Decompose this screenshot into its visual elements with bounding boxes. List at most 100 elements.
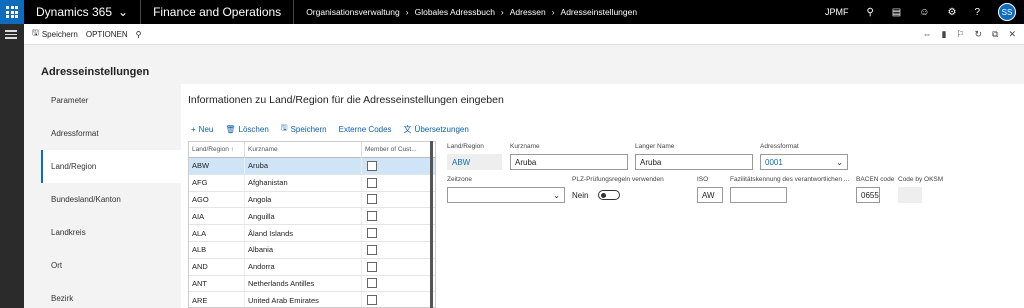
link-icon[interactable]: ⇔ [922,29,931,40]
save-icon: 🖫 [280,123,288,132]
translations-label: Übersetzungen [414,124,469,134]
table-row[interactable]: AGO Angola [189,191,435,209]
nav-item-country-region[interactable]: Land/Region [41,150,181,183]
scrollbar-thumb[interactable] [430,141,433,308]
save-button[interactable]: 🖫 Speichern [32,27,78,41]
help-icon[interactable]: ? [974,7,980,18]
search-icon[interactable]: ⚲ [866,7,873,18]
cell-member [362,258,431,275]
cell-code: AND [189,258,245,275]
column-header-shortname[interactable]: Kurzname [245,142,362,158]
member-checkbox[interactable] [367,194,377,205]
app-launcher-icon[interactable] [0,0,24,24]
breadcrumb-item[interactable]: Adresseinstellungen [561,7,638,17]
nav-item-district[interactable]: Bezirk [41,282,181,308]
nav-item-parameter[interactable]: Parameter [41,84,181,117]
avatar[interactable]: SS [998,3,1016,21]
zip-rules-toggle[interactable] [598,190,621,200]
nav-item-city[interactable]: Ort [41,249,181,282]
hamburger-menu-icon[interactable] [5,30,19,39]
brand-menu[interactable]: Dynamics 365 ⌄ [36,5,128,19]
action-bar: 🖫 Speichern OPTIONEN ⚲ ⇔ ▮ ⚐ ↻ ⧉ ✕ [24,24,1024,45]
table-row[interactable]: AND Andorra [189,258,435,276]
options-button[interactable]: OPTIONEN [86,30,128,39]
cell-code: ABW [189,158,245,174]
grid-toolbar: + Neu 🗑 Löschen 🖫 Speichern Externe Codes 文… [191,122,469,136]
address-format-select[interactable]: 0001 ⌄ [760,154,848,170]
external-codes-button[interactable]: Externe Codes [339,122,392,136]
longname-label: Langer Name [635,143,675,150]
cell-code: ARE [189,292,245,307]
cell-code: AFG [189,174,245,191]
plus-icon: + [191,124,196,134]
table-row[interactable]: AIA Anguilla [189,208,435,226]
attach-icon[interactable]: ⚐ [956,29,964,40]
divider [140,0,142,24]
facility-label: Fazilitätskennung des verantwortlichen .… [730,176,850,183]
new-label: Neu [198,124,214,134]
breadcrumb-item[interactable]: Adressen [510,7,546,17]
longname-input[interactable]: Aruba [635,154,753,170]
cell-name: Anguilla [245,208,362,225]
facility-input[interactable] [730,187,787,203]
cell-code: ALA [189,225,245,241]
save-icon: 🖫 [32,28,39,37]
timezone-select[interactable]: ⌄ [447,187,565,203]
close-icon[interactable]: ✕ [1008,29,1016,40]
member-checkbox[interactable] [367,211,377,222]
delete-button[interactable]: 🗑 Löschen [225,122,268,136]
member-checkbox[interactable] [367,295,377,306]
cell-member [362,174,431,191]
member-checkbox[interactable] [367,177,377,188]
shortname-input[interactable]: Aruba [510,154,628,170]
member-checkbox[interactable] [367,160,377,171]
cell-name: Albania [245,241,362,258]
table-row[interactable]: ANT Netherlands Antilles [189,275,435,293]
office-icon[interactable]: ▮ [941,29,946,40]
iso-field: ISO AW [697,176,723,203]
popout-icon[interactable]: ⧉ [992,29,998,40]
longname-field: Langer Name Aruba [635,143,753,170]
search-action-button[interactable]: ⚲ [136,30,142,39]
translations-button[interactable]: 文 Übersetzungen [404,122,469,136]
cell-member [362,191,431,208]
smiley-icon[interactable]: ☺ [919,7,929,18]
top-nav-bar: Dynamics 365 ⌄ Finance and Operations Or… [0,0,1024,24]
trash-icon: 🗑 [225,124,236,134]
nav-item-county[interactable]: Landkreis [41,216,181,249]
member-checkbox[interactable] [367,278,377,289]
table-row[interactable]: ALA Åland Islands [189,225,435,242]
gear-icon[interactable]: ⚙ [947,7,956,18]
cell-code: ANT [189,275,245,292]
cell-member [362,241,431,258]
refresh-icon[interactable]: ↻ [974,29,982,40]
message-icon[interactable]: ▤ [892,7,901,18]
chevron-right-icon: › [551,7,555,17]
column-header-member[interactable]: Member of Cust... [362,142,431,158]
bacen-input[interactable]: 0655 [856,187,880,203]
facility-field: Fazilitätskennung des verantwortlichen .… [730,176,849,203]
country-label: Land/Region [447,143,484,150]
table-row[interactable]: ALB Albania [189,241,435,259]
grid-scrollbar[interactable] [429,141,434,308]
new-button[interactable]: + Neu [191,122,213,136]
member-checkbox[interactable] [367,244,377,255]
member-checkbox[interactable] [367,228,377,239]
breadcrumb-item[interactable]: Globales Adressbuch [415,7,495,17]
company-picker[interactable]: JPMF [825,7,849,17]
member-checkbox[interactable] [367,261,377,272]
cell-name: Aruba [245,158,362,174]
column-header-country[interactable]: Land/Region ↑ [189,142,245,158]
breadcrumb-item[interactable]: Organisationsverwaltung [306,7,400,17]
oksm-field: Code by OKSM [898,176,943,203]
nav-item-state[interactable]: Bundesland/Kanton [41,183,181,216]
timezone-label: Zeitzone [447,176,472,183]
address-format-field: Adressformat 0001 ⌄ [760,143,848,170]
table-row[interactable]: ABW Aruba [189,158,435,175]
table-row[interactable]: ARE United Arab Emirates [189,292,435,307]
nav-item-address-format[interactable]: Adressformat [41,117,181,150]
table-row[interactable]: AFG Afghanistan [189,174,435,192]
chevron-right-icon: › [500,7,504,17]
iso-input[interactable]: AW [697,187,723,203]
grid-save-button[interactable]: 🖫 Speichern [281,122,327,136]
